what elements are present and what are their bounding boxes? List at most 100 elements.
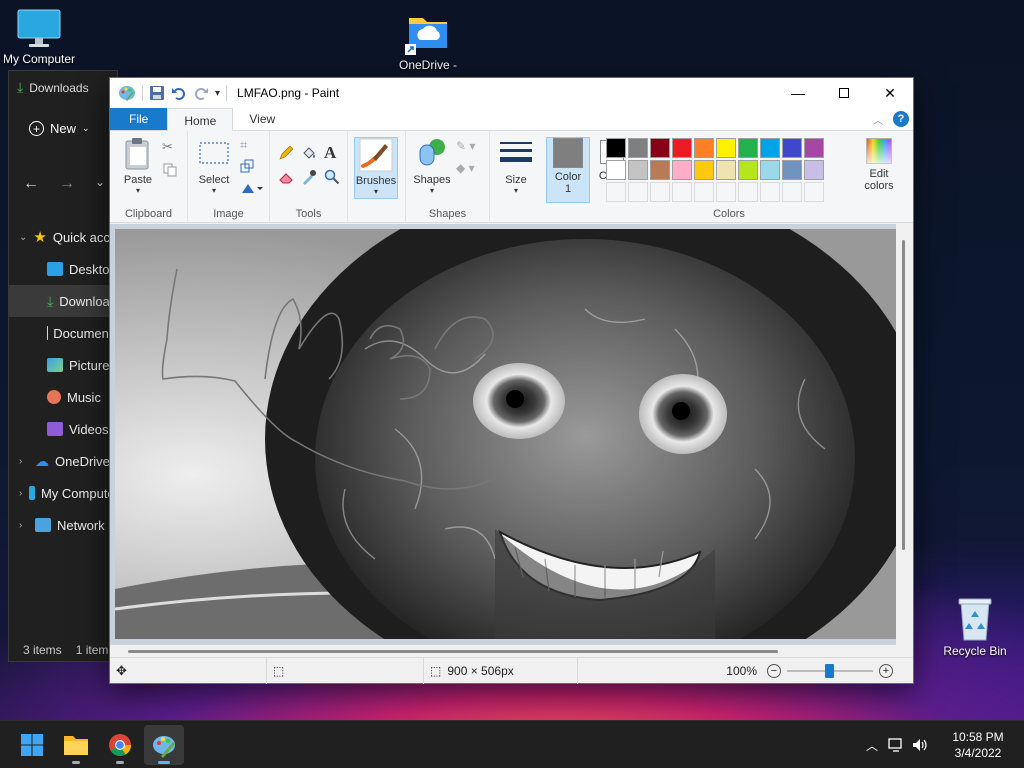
- color-swatch[interactable]: [694, 138, 714, 158]
- rotate-icon[interactable]: [240, 181, 264, 197]
- minimize-button[interactable]: —: [775, 78, 821, 108]
- scrollbar-thumb[interactable]: [902, 240, 905, 550]
- save-icon[interactable]: [149, 85, 165, 101]
- show-hidden-icons-chevron-icon[interactable]: ︿: [860, 721, 884, 768]
- crop-icon[interactable]: ⌗: [240, 137, 256, 153]
- custom-color-slot[interactable]: [782, 182, 802, 202]
- custom-color-slot[interactable]: [716, 182, 736, 202]
- color-swatch[interactable]: [716, 138, 736, 158]
- desktop-icon-recycle-bin[interactable]: Recycle Bin: [930, 596, 1020, 658]
- text-tool-icon[interactable]: A: [324, 143, 340, 162]
- color-swatch[interactable]: [650, 160, 670, 180]
- expand-chevron-icon[interactable]: ›: [19, 488, 23, 499]
- color-swatch[interactable]: [782, 138, 802, 158]
- color-swatch[interactable]: [606, 160, 626, 180]
- color-swatch[interactable]: [738, 138, 758, 158]
- tab-view[interactable]: View: [233, 108, 291, 130]
- taskbar-chrome[interactable]: [100, 725, 140, 765]
- volume-icon[interactable]: [908, 721, 932, 768]
- magnifier-icon[interactable]: [324, 169, 340, 185]
- taskbar-paint[interactable]: [144, 725, 184, 765]
- title-bar[interactable]: ▾ LMFAO.png - Paint — ✕: [110, 78, 913, 108]
- start-button[interactable]: [12, 725, 52, 765]
- expand-chevron-icon[interactable]: ⌄: [19, 232, 27, 243]
- custom-color-slot[interactable]: [760, 182, 780, 202]
- edit-colors-button[interactable]: Edit colors: [852, 137, 906, 192]
- custom-color-slot[interactable]: [606, 182, 626, 202]
- redo-icon[interactable]: [193, 85, 209, 101]
- image-canvas[interactable]: [115, 229, 896, 639]
- tree-item-network[interactable]: › Network: [9, 509, 117, 541]
- copy-icon[interactable]: [163, 163, 179, 179]
- color-1-button[interactable]: Color 1: [546, 137, 590, 203]
- vertical-scrollbar[interactable]: [896, 224, 913, 645]
- color-swatch[interactable]: [782, 160, 802, 180]
- slider-thumb[interactable]: [825, 664, 834, 678]
- outline-icon[interactable]: ✎ ▾: [456, 139, 480, 155]
- help-icon[interactable]: ?: [893, 111, 909, 127]
- fill-icon[interactable]: ◆ ▾: [456, 161, 480, 177]
- zoom-in-button[interactable]: +: [879, 664, 893, 678]
- color-swatch[interactable]: [628, 160, 648, 180]
- network-display-icon[interactable]: [884, 721, 908, 768]
- expand-chevron-icon[interactable]: ›: [19, 520, 29, 531]
- tree-item-music[interactable]: Music: [9, 381, 117, 413]
- tree-item-downloads[interactable]: ⤓ Downloads: [9, 285, 117, 317]
- desktop-icon-onedrive[interactable]: OneDrive -: [383, 10, 473, 72]
- color-swatch[interactable]: [672, 138, 692, 158]
- close-button[interactable]: ✕: [867, 78, 913, 108]
- maximize-button[interactable]: [821, 78, 867, 108]
- paint-window[interactable]: ▾ LMFAO.png - Paint — ✕ File Home View ︿…: [109, 77, 914, 684]
- custom-color-slot[interactable]: [738, 182, 758, 202]
- custom-color-slot[interactable]: [804, 182, 824, 202]
- color-swatch[interactable]: [716, 160, 736, 180]
- recent-locations-chevron-icon[interactable]: ⌄: [95, 175, 105, 193]
- color-picker-icon[interactable]: [301, 169, 317, 185]
- color-swatch[interactable]: [804, 160, 824, 180]
- tree-item-documents[interactable]: Documents: [9, 317, 117, 349]
- fill-bucket-icon[interactable]: [301, 145, 317, 161]
- canvas-area[interactable]: [110, 224, 913, 645]
- color-swatch[interactable]: [628, 138, 648, 158]
- custom-color-slot[interactable]: [628, 182, 648, 202]
- tree-item-quick-access[interactable]: ⌄ ★ Quick access: [9, 221, 117, 253]
- brushes-button[interactable]: Brushes ▾: [354, 137, 398, 199]
- horizontal-scrollbar[interactable]: [110, 645, 913, 657]
- back-arrow-icon[interactable]: ←: [23, 175, 39, 193]
- expand-chevron-icon[interactable]: ›: [19, 456, 29, 467]
- tree-item-my-computer[interactable]: › My Computer: [9, 477, 117, 509]
- customize-toolbar-chevron-icon[interactable]: ▾: [215, 88, 220, 99]
- resize-icon[interactable]: [240, 159, 256, 175]
- color-swatch[interactable]: [672, 160, 692, 180]
- forward-arrow-icon[interactable]: →: [59, 175, 75, 193]
- taskbar-file-explorer[interactable]: [56, 725, 96, 765]
- tree-item-videos[interactable]: Videos: [9, 413, 117, 445]
- tab-home[interactable]: Home: [167, 108, 234, 132]
- minimize-ribbon-chevron-icon[interactable]: ︿: [873, 112, 883, 127]
- pencil-icon[interactable]: [278, 145, 294, 161]
- custom-color-slot[interactable]: [672, 182, 692, 202]
- zoom-slider[interactable]: [787, 664, 873, 678]
- color-swatch[interactable]: [804, 138, 824, 158]
- custom-color-slot[interactable]: [694, 182, 714, 202]
- tab-file[interactable]: File: [110, 108, 168, 130]
- color-swatch[interactable]: [694, 160, 714, 180]
- tree-item-pictures[interactable]: Pictures: [9, 349, 117, 381]
- undo-icon[interactable]: [171, 85, 187, 101]
- color-swatch[interactable]: [650, 138, 670, 158]
- color-swatch[interactable]: [760, 160, 780, 180]
- tree-item-onedrive[interactable]: › ☁ OneDrive: [9, 445, 117, 477]
- tree-item-desktop[interactable]: Desktop: [9, 253, 117, 285]
- color-swatch[interactable]: [738, 160, 758, 180]
- select-button[interactable]: Select ▾: [192, 137, 236, 195]
- clock[interactable]: 10:58 PM 3/4/2022: [932, 729, 1024, 761]
- color-swatch[interactable]: [606, 138, 626, 158]
- desktop-icon-my-computer[interactable]: My Computer: [0, 8, 84, 66]
- cut-icon[interactable]: ✂: [162, 139, 178, 155]
- shapes-button[interactable]: Shapes ▾: [410, 137, 454, 195]
- file-explorer-window[interactable]: ⤓ Downloads + New ⌄ ← → ⌄ ⌄ ★ Quick acce…: [8, 70, 118, 662]
- new-button[interactable]: + New ⌄: [29, 121, 90, 136]
- paste-button[interactable]: Paste ▾: [116, 137, 160, 195]
- scrollbar-thumb[interactable]: [128, 650, 778, 653]
- zoom-out-button[interactable]: −: [767, 664, 781, 678]
